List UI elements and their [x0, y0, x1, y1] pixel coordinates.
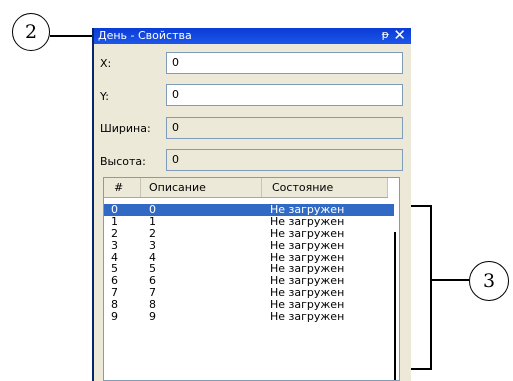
row-desc: 1 — [149, 214, 156, 228]
row-num: 9 — [111, 310, 118, 324]
list-header: # Описание Состояние — [104, 178, 388, 198]
pin-icon[interactable]: ᵽ — [382, 28, 389, 41]
row-num: 3 — [111, 238, 118, 252]
callout-2-number: 2 — [24, 21, 38, 43]
row-state: Не загружен — [270, 238, 345, 252]
header-number-label: # — [114, 181, 124, 194]
callout-3-number: 3 — [482, 270, 496, 292]
callout-2-leader — [50, 35, 98, 37]
list-row[interactable]: 5 5 Не загружен — [104, 263, 394, 275]
height-field: 0 — [166, 149, 403, 171]
callout-3-leader — [432, 279, 469, 281]
items-list[interactable]: # Описание Состояние 0 0 Не загружен 1 1 Не з… — [103, 177, 400, 381]
list-row[interactable]: 2 2 Не загружен — [104, 226, 394, 240]
callout-3-bracket — [430, 205, 432, 369]
header-state[interactable]: Состояние — [262, 178, 388, 197]
list-scrollbar[interactable] — [394, 232, 396, 380]
y-label: Y: — [100, 90, 109, 103]
callout-2: 2 — [12, 13, 50, 51]
list-row[interactable]: 6 6 Не загружен — [104, 275, 394, 287]
row-desc: 9 — [149, 310, 156, 324]
height-label: Высота: — [100, 155, 146, 168]
panel-titlebar[interactable]: День - Свойства ᵽ ✕ — [94, 26, 411, 44]
list-row[interactable]: 8 8 Не загружен — [104, 299, 394, 311]
width-label: Ширина: — [100, 122, 151, 135]
list-row[interactable]: 1 1 Не загружен — [104, 214, 394, 228]
close-icon[interactable]: ✕ — [393, 26, 406, 44]
x-field[interactable]: 0 — [166, 52, 403, 74]
row-desc: 3 — [149, 238, 156, 252]
list-row[interactable]: 0 0 Не загружен — [104, 204, 394, 216]
x-label: X: — [100, 57, 112, 70]
list-row[interactable]: 4 4 Не загружен — [104, 251, 394, 264]
header-number[interactable]: # — [104, 178, 141, 197]
y-field[interactable]: 0 — [166, 84, 403, 106]
list-row[interactable]: 7 7 Не загружен — [104, 287, 394, 299]
row-num: 2 — [111, 226, 118, 240]
width-field: 0 — [166, 117, 403, 139]
list-row[interactable]: 9 9 Не загружен — [104, 311, 394, 323]
row-desc: 2 — [149, 226, 156, 240]
row-state: Не загружен — [270, 310, 345, 324]
panel-title: День - Свойства — [98, 29, 192, 42]
properties-panel: День - Свойства ᵽ ✕ X: 0 Y: 0 Ширина: 0 … — [92, 26, 411, 381]
row-state: Не загружен — [270, 226, 345, 240]
callout-3: 3 — [469, 261, 509, 301]
list-rows: 0 0 Не загружен 1 1 Не загружен 2 2 Не загружен 3… — [104, 204, 394, 323]
header-description-label: Описание — [149, 181, 206, 194]
header-state-label: Состояние — [272, 181, 334, 194]
row-state: Не загружен — [270, 214, 345, 228]
header-description[interactable]: Описание — [141, 178, 262, 197]
list-row[interactable]: 3 3 Не загружен — [104, 238, 394, 252]
row-num: 1 — [111, 214, 118, 228]
